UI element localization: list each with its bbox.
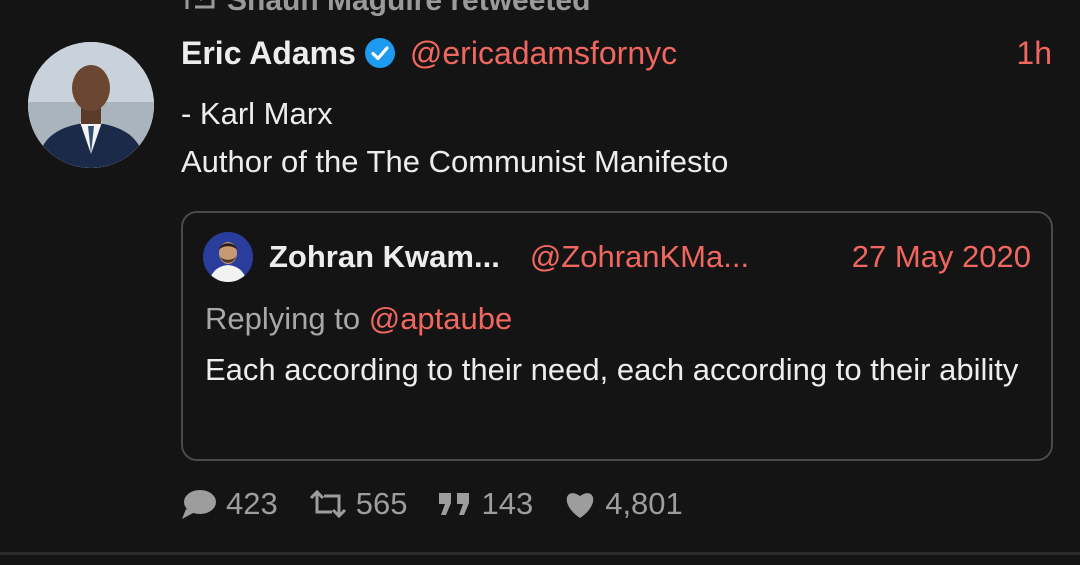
verified-badge-icon xyxy=(364,38,395,68)
quoted-author-avatar[interactable] xyxy=(203,232,253,282)
quote-button[interactable]: 143 xyxy=(437,486,533,522)
retweet-text: Shaun Maguire retweeted xyxy=(227,0,591,17)
retweet-context[interactable]: Shaun Maguire retweeted xyxy=(183,0,591,17)
retweet-icon xyxy=(185,0,215,9)
retweet-button[interactable]: 565 xyxy=(308,486,408,522)
tweet-line: - Karl Marx xyxy=(181,96,333,131)
retweet-count: 565 xyxy=(355,486,408,521)
tweet-divider xyxy=(0,552,1080,555)
quoted-tweet-card[interactable]: Zohran Kwam... @ZohranKMa... 27 May 2020… xyxy=(181,211,1053,461)
retweet-icon xyxy=(309,489,346,519)
replying-to: Replying to @aptaube xyxy=(205,301,512,337)
like-button[interactable]: 4,801 xyxy=(563,486,683,522)
quoted-tweet-date[interactable]: 27 May 2020 xyxy=(852,239,1031,275)
author-handle[interactable]: @ericadamsfornyc xyxy=(410,35,677,72)
comment-icon xyxy=(182,490,216,519)
quote-count: 143 xyxy=(481,486,534,521)
reply-button[interactable]: 423 xyxy=(180,486,278,522)
reply-count: 423 xyxy=(226,486,278,521)
quoted-author-name[interactable]: Zohran Kwam... xyxy=(269,239,500,275)
quoted-tweet-header: Zohran Kwam... @ZohranKMa... 27 May 2020 xyxy=(203,231,1031,283)
tweet-stats-bar: 423 565 143 4,801 xyxy=(180,482,713,526)
reply-mention-link[interactable]: @aptaube xyxy=(369,301,513,336)
tweet-text: - Karl Marx Author of the The Communist … xyxy=(181,90,1041,186)
quoted-author-handle[interactable]: @ZohranKMa... xyxy=(530,239,749,275)
tweet-line: Author of the The Communist Manifesto xyxy=(181,144,729,179)
heart-icon xyxy=(566,493,594,518)
like-count: 4,801 xyxy=(605,486,683,521)
author-name[interactable]: Eric Adams xyxy=(181,35,356,72)
quoted-tweet-text: Each according to their need, each accor… xyxy=(205,352,1019,387)
author-avatar[interactable] xyxy=(28,42,154,168)
replying-to-label: Replying to xyxy=(205,301,361,336)
tweet-time[interactable]: 1h xyxy=(1016,35,1052,72)
quote-marks-icon xyxy=(439,493,470,515)
tweet-header: Eric Adams @ericadamsfornyc 1h xyxy=(181,28,1052,78)
